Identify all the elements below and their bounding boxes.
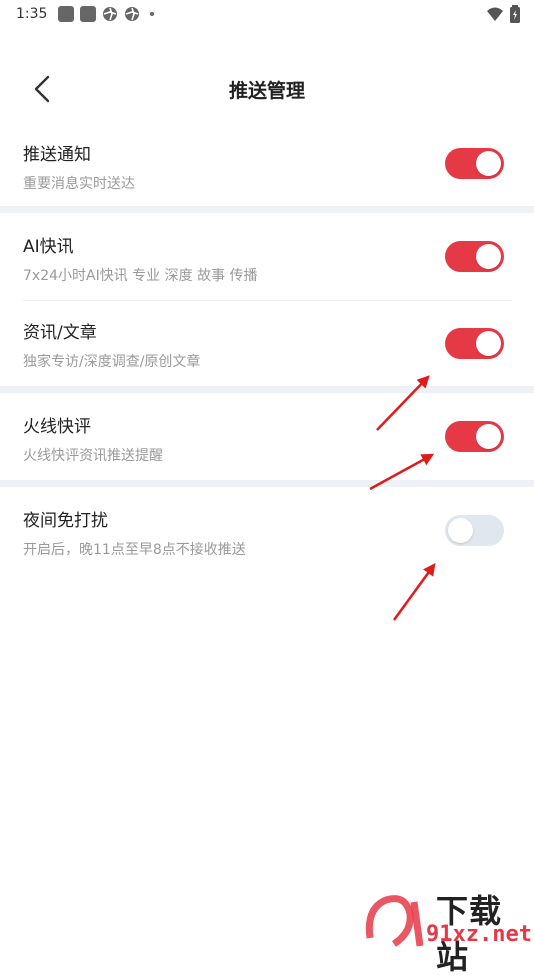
setting-row-push-notification: 推送通知 重要消息实时送达 (0, 130, 534, 206)
setting-subtitle: 重要消息实时送达 (23, 176, 135, 192)
setting-row-articles: 资讯/文章 独家专访/深度调查/原创文章 (0, 308, 534, 386)
setting-title: 推送通知 (23, 145, 91, 165)
setting-subtitle: 开启后，晚11点至早8点不接收推送 (23, 542, 246, 558)
push-notification-toggle[interactable] (445, 148, 504, 179)
setting-title: 资讯/文章 (23, 323, 97, 343)
watermark-text-bottom: 91xz.net (426, 922, 532, 947)
section-divider (0, 386, 534, 393)
toggle-knob (476, 331, 501, 356)
toggle-knob (476, 424, 501, 449)
articles-toggle[interactable] (445, 328, 504, 359)
setting-subtitle: 火线快评资讯推送提醒 (23, 448, 163, 464)
setting-title: AI快讯 (23, 237, 74, 257)
page-title: 推送管理 (228, 80, 305, 102)
setting-row-do-not-disturb: 夜间免打扰 开启后，晚11点至早8点不接收推送 (0, 496, 534, 574)
battery-icon (510, 5, 520, 23)
ai-news-toggle[interactable] (445, 241, 504, 272)
do-not-disturb-toggle[interactable] (445, 515, 504, 546)
setting-row-quick-review: 火线快评 火线快评资讯推送提醒 (0, 402, 534, 480)
setting-title: 夜间免打扰 (23, 511, 108, 531)
setting-subtitle: 独家专访/深度调查/原创文章 (23, 354, 201, 370)
toggle-knob (476, 151, 501, 176)
aperture-icon (125, 7, 139, 21)
row-divider (23, 300, 512, 301)
setting-subtitle: 7x24小时AI快讯 专业 深度 故事 传播 (23, 268, 258, 284)
more-notifications-dot-icon (150, 12, 154, 16)
toggle-knob (476, 244, 501, 269)
status-bar: 1:35 (0, 0, 534, 30)
system-icons (486, 5, 520, 23)
setting-row-ai-news: AI快讯 7x24小时AI快讯 专业 深度 故事 传播 (0, 222, 534, 300)
quick-review-toggle[interactable] (445, 421, 504, 452)
toggle-knob (448, 518, 473, 543)
notification-square-icon (80, 6, 96, 22)
setting-title: 火线快评 (23, 417, 91, 437)
section-divider (0, 480, 534, 487)
nav-header: 推送管理 (0, 62, 534, 116)
aperture-icon (103, 7, 117, 21)
section-divider (0, 206, 534, 213)
notification-icons (58, 6, 154, 22)
notification-square-icon (58, 6, 74, 22)
wifi-icon (487, 7, 503, 21)
status-time: 1:35 (16, 6, 48, 22)
